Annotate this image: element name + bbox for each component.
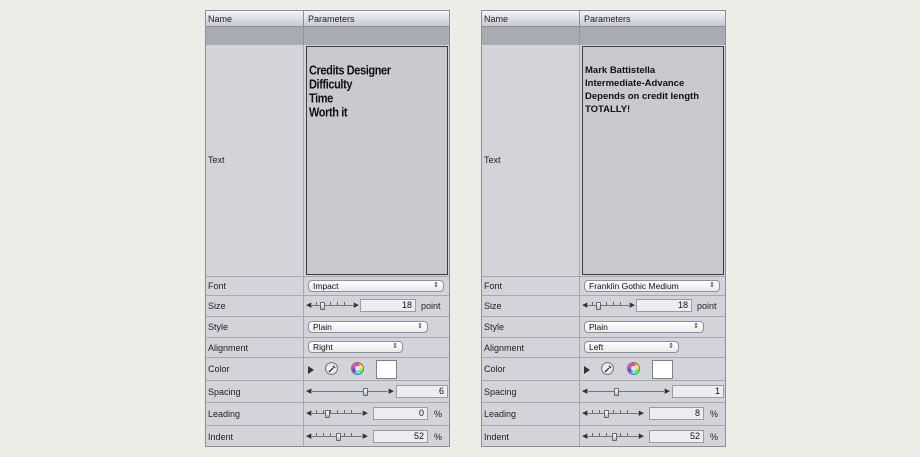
font-label: Font <box>208 281 227 291</box>
font-popup[interactable]: Franklin Gothic Medium ⇕ <box>584 280 720 292</box>
spacing-field[interactable]: 1 <box>672 385 724 398</box>
spacing-row: Spacing ◀ ▶ 6 <box>206 381 449 403</box>
table-header: Name Parameters <box>206 11 449 27</box>
indent-row: Indent ◀ ▶ 52 % <box>206 426 449 448</box>
triangle-right-icon[interactable] <box>308 366 314 374</box>
table-header: Name Parameters <box>482 11 725 27</box>
leading-slider[interactable]: ◀ ▶ <box>582 409 644 419</box>
leading-label: Leading <box>208 409 241 419</box>
color-label: Color <box>484 364 506 374</box>
color-wheel-icon[interactable] <box>351 362 364 375</box>
up-down-arrows-icon: ⇕ <box>709 282 715 289</box>
color-wheel-icon[interactable] <box>627 362 640 375</box>
leading-label: Leading <box>484 409 517 419</box>
spacing-field[interactable]: 6 <box>396 385 448 398</box>
leading-unit: % <box>434 409 443 419</box>
indent-slider[interactable]: ◀ ▶ <box>582 432 644 442</box>
font-row: Font Impact ⇕ <box>206 277 449 296</box>
size-label: Size <box>208 301 226 311</box>
column-header-parameters[interactable]: Parameters <box>308 14 355 24</box>
header-band <box>206 27 449 45</box>
color-row: Color <box>206 358 449 381</box>
indent-unit: % <box>710 432 719 442</box>
up-down-arrows-icon: ⇕ <box>417 323 423 330</box>
indent-field[interactable]: 52 <box>373 430 428 443</box>
alignment-popup[interactable]: Right ⇕ <box>308 341 403 353</box>
alignment-row: Alignment Right ⇕ <box>206 338 449 358</box>
parameters-panel-right: Name Parameters Text Mark Battistella In… <box>481 10 726 447</box>
color-row: Color <box>482 358 725 381</box>
font-row: Font Franklin Gothic Medium ⇕ <box>482 277 725 296</box>
up-down-arrows-icon: ⇕ <box>668 343 674 350</box>
style-popup[interactable]: Plain ⇕ <box>308 321 428 333</box>
up-down-arrows-icon: ⇕ <box>392 343 398 350</box>
size-label: Size <box>484 301 502 311</box>
style-value: Plain <box>313 322 332 332</box>
size-field[interactable]: 18 <box>360 299 416 312</box>
text-input[interactable]: Credits Designer Difficulty Time Worth i… <box>306 46 448 275</box>
indent-field[interactable]: 52 <box>649 430 704 443</box>
leading-row: Leading ◀ ▶ 8 % <box>482 403 725 426</box>
indent-label: Indent <box>208 432 234 442</box>
alignment-label: Alignment <box>484 343 525 353</box>
alignment-value: Right <box>313 342 333 352</box>
size-slider[interactable]: ◀ ▶ <box>306 301 359 311</box>
size-unit: point <box>697 301 717 311</box>
style-row: Style Plain ⇕ <box>482 317 725 338</box>
up-down-arrows-icon: ⇕ <box>693 323 699 330</box>
parameters-panel-left: Name Parameters Text Credits Designer Di… <box>205 10 450 447</box>
text-label: Text <box>484 155 501 165</box>
style-label: Style <box>484 322 505 332</box>
eyedropper-icon[interactable] <box>325 362 338 375</box>
text-input[interactable]: Mark Battistella Intermediate-Advance De… <box>582 46 724 275</box>
font-value: Franklin Gothic Medium <box>589 281 679 291</box>
leading-field[interactable]: 8 <box>649 407 704 420</box>
column-header-name[interactable]: Name <box>208 14 232 24</box>
font-label: Font <box>484 281 503 291</box>
color-label: Color <box>208 364 230 374</box>
size-slider[interactable]: ◀ ▶ <box>582 301 635 311</box>
size-row: Size ◀ ▶ 18 point <box>482 296 725 317</box>
indent-unit: % <box>434 432 443 442</box>
leading-unit: % <box>710 409 719 419</box>
size-field[interactable]: 18 <box>636 299 692 312</box>
font-popup[interactable]: Impact ⇕ <box>308 280 444 292</box>
column-header-name[interactable]: Name <box>484 14 508 24</box>
header-band <box>482 27 725 45</box>
column-header-parameters[interactable]: Parameters <box>584 14 631 24</box>
spacing-slider[interactable]: ◀ ▶ <box>306 387 394 397</box>
leading-field[interactable]: 0 <box>373 407 428 420</box>
triangle-right-icon[interactable] <box>584 366 590 374</box>
color-swatch[interactable] <box>652 360 673 379</box>
alignment-row: Alignment Left ⇕ <box>482 338 725 358</box>
text-label: Text <box>208 155 225 165</box>
up-down-arrows-icon: ⇕ <box>433 282 439 289</box>
spacing-row: Spacing ◀ ▶ 1 <box>482 381 725 403</box>
text-line: Depends on credit length <box>585 91 700 102</box>
indent-label: Indent <box>484 432 510 442</box>
alignment-popup[interactable]: Left ⇕ <box>584 341 679 353</box>
spacing-label: Spacing <box>484 387 517 397</box>
leading-slider[interactable]: ◀ ▶ <box>306 409 368 419</box>
indent-row: Indent ◀ ▶ 52 % <box>482 426 725 448</box>
style-value: Plain <box>589 322 608 332</box>
alignment-label: Alignment <box>208 343 249 353</box>
text-line: Mark Battistella <box>585 65 656 76</box>
style-label: Style <box>208 322 229 332</box>
leading-row: Leading ◀ ▶ 0 % <box>206 403 449 426</box>
spacing-slider[interactable]: ◀ ▶ <box>582 387 670 397</box>
style-row: Style Plain ⇕ <box>206 317 449 338</box>
text-line: Worth it <box>309 106 348 120</box>
font-value: Impact <box>313 281 339 291</box>
indent-slider[interactable]: ◀ ▶ <box>306 432 368 442</box>
text-line: TOTALLY! <box>585 104 631 115</box>
text-line: Intermediate-Advance <box>585 78 685 89</box>
spacing-label: Spacing <box>208 387 241 397</box>
size-unit: point <box>421 301 441 311</box>
alignment-value: Left <box>589 342 604 352</box>
size-row: Size ◀ ▶ 18 point <box>206 296 449 317</box>
style-popup[interactable]: Plain ⇕ <box>584 321 704 333</box>
eyedropper-icon[interactable] <box>601 362 614 375</box>
color-swatch[interactable] <box>376 360 397 379</box>
